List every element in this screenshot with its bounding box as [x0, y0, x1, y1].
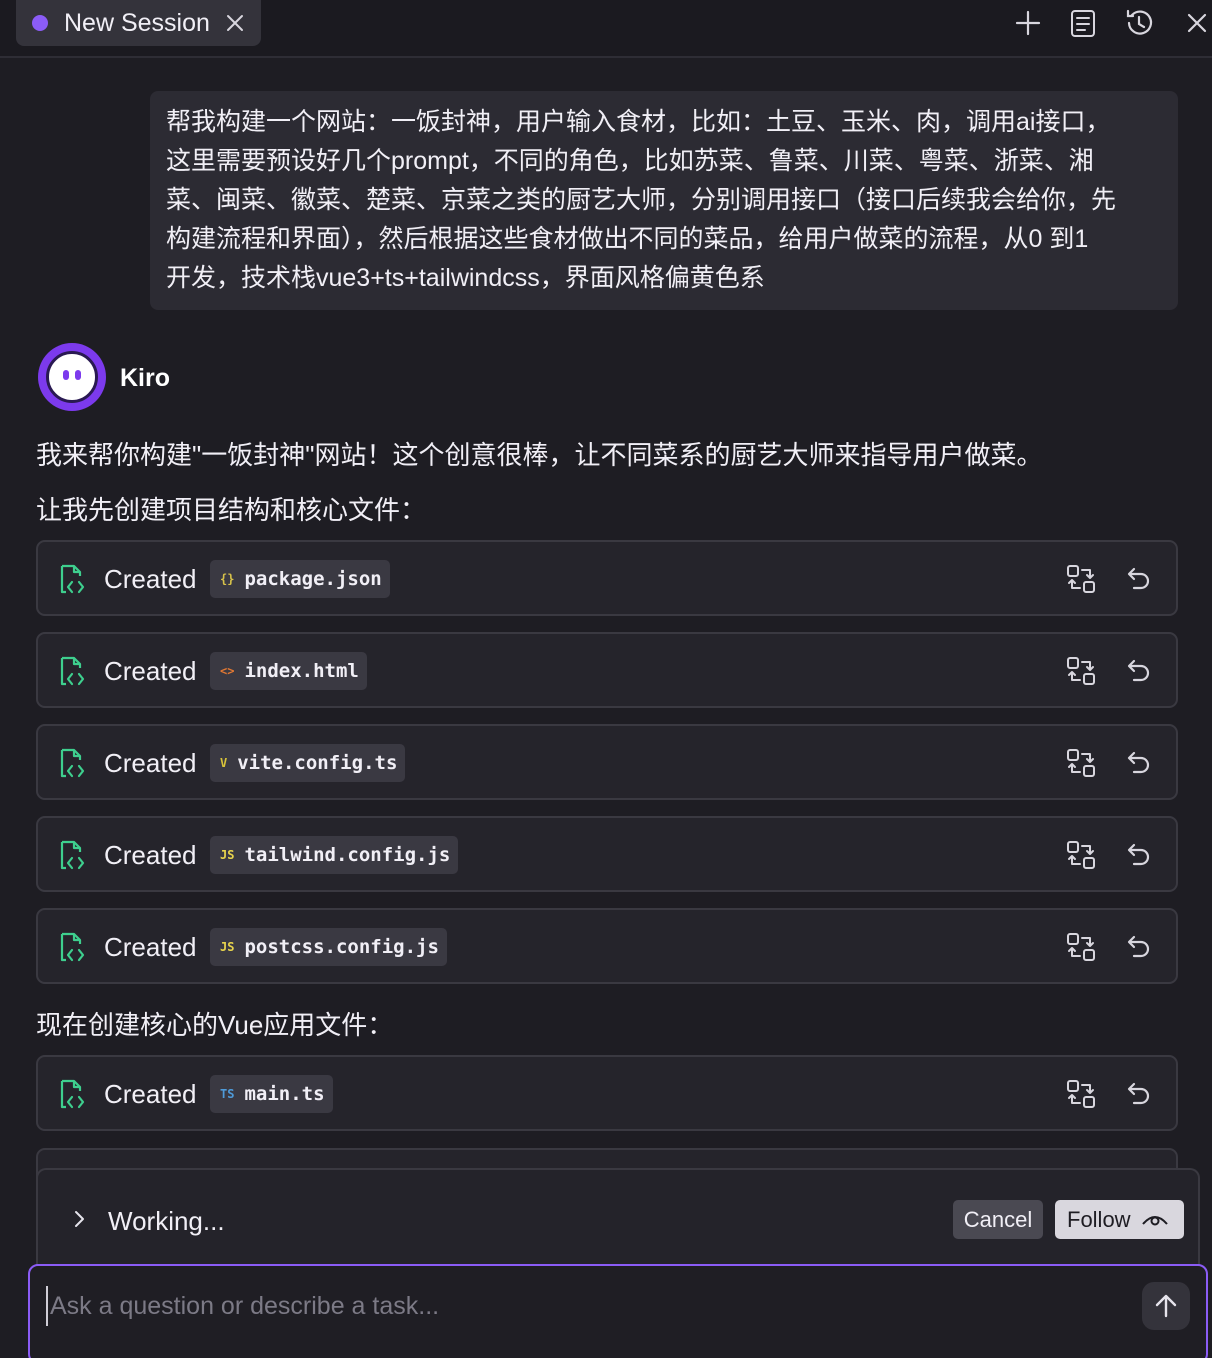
file-name: tailwind.config.js: [244, 844, 451, 866]
created-file-icon: [60, 932, 85, 962]
file-chip[interactable]: Vvite.config.ts: [210, 744, 406, 782]
json-file-icon: {}: [220, 572, 235, 586]
file-chip[interactable]: JS postcss.config.js: [210, 928, 447, 966]
tab-new-session[interactable]: New Session: [16, 0, 261, 46]
file-card[interactable]: Created JS postcss.config.js: [36, 908, 1178, 984]
plus-icon[interactable]: [1011, 6, 1045, 40]
session-status-dot: [32, 15, 48, 31]
file-action-label: Created: [104, 1079, 197, 1109]
file-action-label: Created: [104, 840, 197, 870]
undo-icon[interactable]: [1120, 1077, 1154, 1111]
agent-name: Kiro: [120, 364, 170, 392]
undo-icon[interactable]: [1120, 746, 1154, 780]
file-action-label: Created: [104, 748, 197, 778]
session-list-icon[interactable]: [1066, 6, 1100, 40]
kiro-chat-panel: New Session 帮我构建一个网站：一饭封神，用户输入食材，比如：土豆、玉…: [0, 0, 1212, 1358]
file-card[interactable]: Created Vvite.config.ts: [36, 724, 1178, 800]
created-file-icon: [60, 1079, 85, 1109]
undo-icon[interactable]: [1120, 930, 1154, 964]
created-file-icon: [60, 564, 85, 594]
assistant-step-text-2: 现在创建核心的Vue应用文件：: [36, 1010, 394, 1040]
diff-compare-icon[interactable]: [1064, 838, 1098, 872]
js-file-icon: JS: [220, 848, 235, 862]
diff-compare-icon[interactable]: [1064, 654, 1098, 688]
file-name: main.ts: [244, 1083, 325, 1105]
diff-compare-icon[interactable]: [1064, 930, 1098, 964]
file-name: index.html: [244, 660, 359, 682]
file-chip[interactable]: JS tailwind.config.js: [210, 836, 459, 874]
created-file-icon: [60, 656, 85, 686]
close-icon[interactable]: [224, 12, 246, 34]
file-card[interactable]: Created TS main.ts: [36, 1055, 1178, 1131]
diff-compare-icon[interactable]: [1064, 746, 1098, 780]
file-name: package.json: [244, 568, 382, 590]
file-chip[interactable]: TS main.ts: [210, 1075, 333, 1113]
kiro-avatar: [38, 343, 106, 411]
chevron-right-icon[interactable]: [68, 1208, 90, 1230]
working-status: Working...: [108, 1206, 225, 1236]
assistant-step-text: 让我先创建项目结构和核心文件：: [36, 495, 427, 525]
created-file-icon: [60, 748, 85, 778]
file-name: vite.config.ts: [237, 752, 398, 774]
send-button[interactable]: [1142, 1282, 1190, 1330]
eye-icon: [1141, 1215, 1168, 1225]
file-card[interactable]: Created {} package.json: [36, 540, 1178, 616]
follow-label: Follow: [1067, 1206, 1131, 1232]
assistant-intro-text: 我来帮你构建"一饭封神"网站！这个创意很棒，让不同菜系的厨艺大师来指导用户做菜。: [36, 440, 1043, 470]
kiro-ghost-icon: [46, 351, 98, 403]
tab-title: New Session: [64, 8, 210, 37]
file-action-label: Created: [104, 564, 197, 594]
file-action-label: Created: [104, 656, 197, 686]
tab-bar: New Session: [0, 0, 1212, 58]
file-card[interactable]: Created <> index.html: [36, 632, 1178, 708]
ts-file-icon: TS: [220, 1087, 235, 1101]
chat-input-box: [28, 1264, 1208, 1358]
file-chip[interactable]: {} package.json: [210, 560, 390, 598]
diff-compare-icon[interactable]: [1064, 562, 1098, 596]
chat-input[interactable]: [46, 1286, 1126, 1326]
close-panel-icon[interactable]: [1180, 6, 1212, 40]
file-chip[interactable]: <> index.html: [210, 652, 367, 690]
vite-file-icon: V: [220, 756, 228, 770]
user-message: 帮我构建一个网站：一饭封神，用户输入食材，比如：土豆、玉米、肉，调用ai接口， …: [150, 91, 1178, 310]
file-name: postcss.config.js: [244, 936, 439, 958]
working-panel: Working... Cancel Follow: [36, 1168, 1200, 1278]
created-file-icon: [60, 840, 85, 870]
undo-icon[interactable]: [1120, 838, 1154, 872]
cancel-button[interactable]: Cancel: [953, 1200, 1043, 1239]
diff-compare-icon[interactable]: [1064, 1077, 1098, 1111]
history-icon[interactable]: [1122, 6, 1156, 40]
undo-icon[interactable]: [1120, 654, 1154, 688]
js-file-icon: JS: [220, 940, 235, 954]
file-card[interactable]: Created JS tailwind.config.js: [36, 816, 1178, 892]
html-file-icon: <>: [220, 664, 235, 678]
file-action-label: Created: [104, 932, 197, 962]
follow-button[interactable]: Follow: [1055, 1200, 1184, 1239]
undo-icon[interactable]: [1120, 562, 1154, 596]
arrow-up-icon: [1155, 1294, 1177, 1318]
